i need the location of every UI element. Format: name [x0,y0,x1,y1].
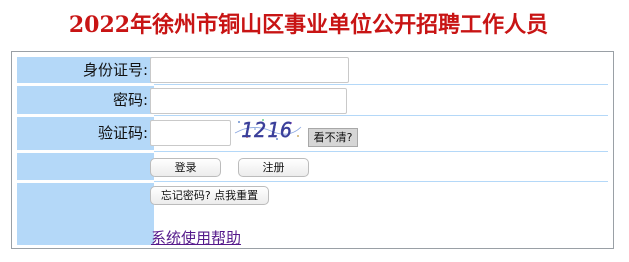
captcha-text: 1216 [241,118,293,142]
row-separator [154,84,608,85]
password-input[interactable] [150,88,347,114]
captcha-input[interactable] [150,120,231,146]
row-separator [154,115,608,116]
captcha-noise-icon: 1216 [233,117,303,143]
button-row-label-cell [17,153,154,180]
password-label: 密码: [17,86,154,114]
id-number-input[interactable] [150,57,349,83]
help-link[interactable]: 系统使用帮助 [151,227,241,248]
id-label: 身份证号: [17,57,154,83]
row-separator [154,181,608,182]
login-button[interactable]: 登录 [150,158,221,177]
row-separator [154,151,608,152]
captcha-label: 验证码: [17,117,154,150]
help-row-label-cell [17,183,154,245]
captcha-image[interactable]: 1216 [233,117,303,143]
register-button[interactable]: 注册 [238,158,309,177]
forgot-password-button[interactable]: 忘记密码? 点我重置 [150,186,269,205]
page-title: 2022年徐州市铜山区事业单位公开招聘工作人员 [68,12,549,38]
refresh-captcha-button[interactable]: 看不清? [308,128,358,147]
